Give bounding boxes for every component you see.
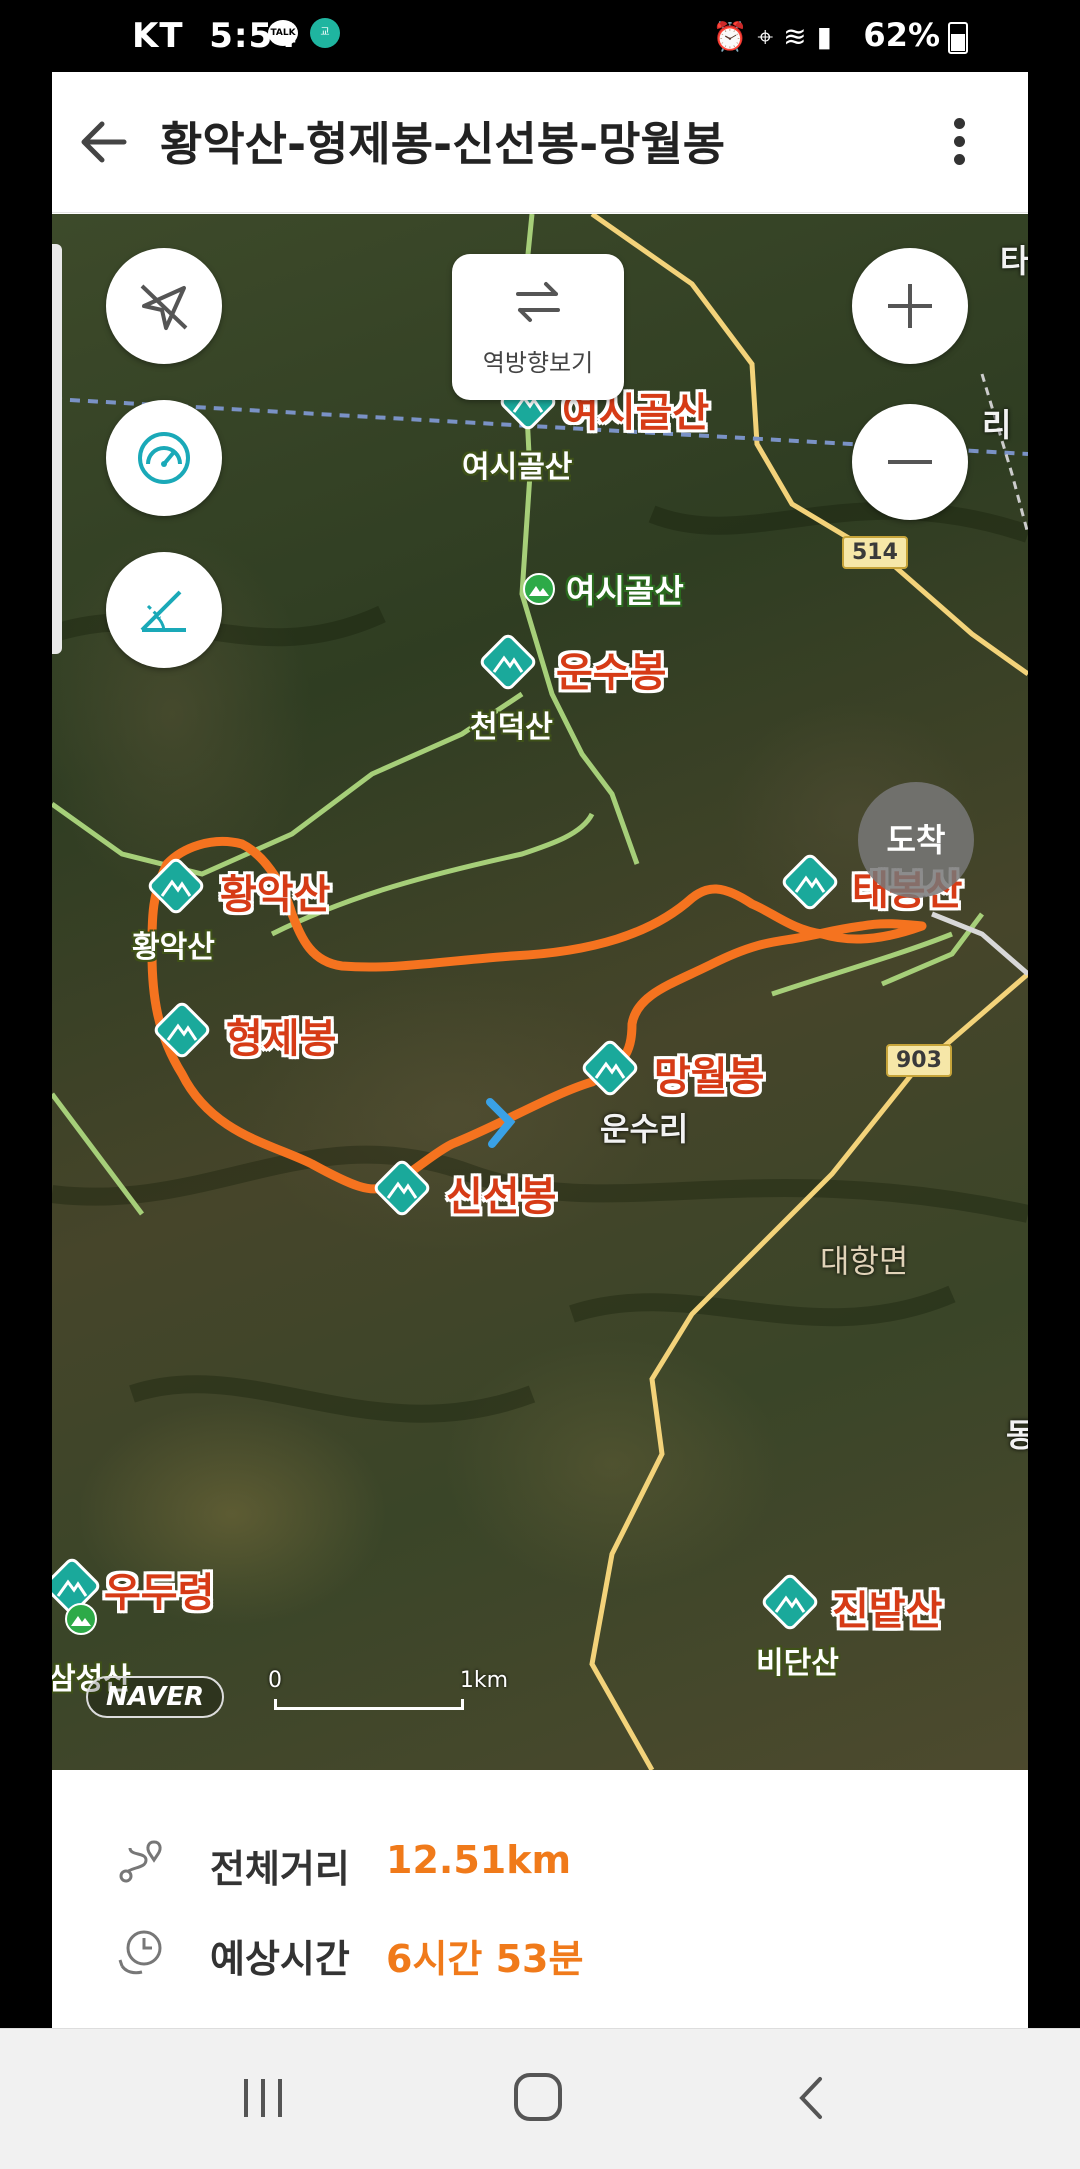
road-number-badge: 514 [842, 536, 908, 569]
system-nav-bar [0, 2028, 1080, 2169]
time-value: 6시간 53분 [386, 1937, 584, 1981]
scale-start-label: 0 [268, 1668, 282, 1693]
poi-sub-label: 천덕산 [470, 710, 553, 745]
poi-label: 진밭산 [832, 1588, 943, 1634]
estimated-time-icon [118, 1930, 162, 1975]
map-scale-bar: 0 1km [268, 1668, 508, 1710]
poi-label: 망월봉 [654, 1054, 765, 1100]
poi-label: 형제봉 [226, 1016, 337, 1062]
home-icon[interactable] [512, 2071, 564, 2123]
speedometer-icon [138, 432, 190, 484]
distance-label: 전체거리 [210, 1847, 350, 1891]
peak-marker-icon[interactable] [762, 1574, 818, 1630]
peak-marker-icon[interactable] [154, 1002, 210, 1058]
location-toggle-button[interactable] [106, 248, 222, 364]
trail-label: 여시골산 [566, 572, 684, 610]
poi-label: 신선봉 [446, 1174, 557, 1220]
trail-marker-icon [65, 1603, 97, 1635]
status-icons: ⏰⌖≋▮ [712, 20, 842, 53]
recent-apps-icon[interactable] [240, 2073, 286, 2123]
arrival-marker[interactable]: 도착 [858, 782, 974, 898]
location-off-icon [140, 284, 188, 330]
trail-marker-icon [523, 573, 555, 605]
elevation-profile-button[interactable] [106, 552, 222, 668]
peak-marker-icon[interactable] [374, 1160, 430, 1216]
time-label: 예상시간 [210, 1937, 350, 1981]
reverse-direction-label: 역방향보기 [482, 349, 594, 377]
minus-icon [888, 460, 932, 464]
peak-marker-icon[interactable] [148, 858, 204, 914]
app-header: 황악산-형제봉-신선봉-망월봉 [52, 72, 1028, 213]
slope-icon [140, 590, 186, 632]
route-summary: 전체거리 12.51km 예상시간 6시간 53분 [52, 1770, 1028, 2030]
distance-value: 12.51km [386, 1838, 572, 1882]
scale-end-label: 1km [459, 1668, 508, 1693]
route-distance-icon [119, 1840, 162, 1883]
poi-sub-label: 황악산 [132, 930, 215, 965]
back-icon[interactable] [794, 2073, 828, 2123]
app-window: 황악산-형제봉-신선봉-망월봉 여시골산 여시골산 여시골산 운수봉 천덕산 황… [52, 72, 1028, 2168]
peak-marker-icon[interactable] [782, 854, 838, 910]
reverse-direction-button[interactable]: 역방향보기 [452, 254, 624, 400]
poi-label: 우두령 [104, 1570, 215, 1616]
back-arrow-icon[interactable] [76, 114, 132, 170]
kakaotalk-icon: TALK [268, 20, 298, 46]
poi-sub-label: 비단산 [756, 1646, 839, 1681]
poi-label: 운수봉 [556, 650, 667, 696]
peak-marker-icon[interactable] [582, 1040, 638, 1096]
battery-icon [948, 22, 968, 54]
zoom-out-button[interactable] [852, 404, 968, 520]
poi-sub-label: 여시골산 [462, 450, 573, 485]
road-number-badge: 903 [886, 1044, 952, 1077]
speedometer-button[interactable] [106, 400, 222, 516]
peak-marker-icon[interactable] [480, 634, 536, 690]
map-view[interactable]: 여시골산 여시골산 여시골산 운수봉 천덕산 황악산 황악산 형제봉 신선봉 망… [52, 214, 1028, 1770]
town-label: 운수리 [600, 1110, 689, 1148]
zoom-in-button[interactable] [852, 248, 968, 364]
poi-label: 황악산 [220, 872, 331, 918]
status-bar: KT 5:54 TALK 교 ⏰⌖≋▮ 62% [0, 0, 1080, 72]
swap-arrows-icon [516, 282, 560, 322]
plus-icon [888, 284, 932, 328]
carrier-label: KT [132, 16, 184, 56]
edge-label: 동 [1006, 1416, 1028, 1454]
battery-percent: 62% [863, 16, 940, 54]
edge-label: 타 [1000, 242, 1028, 280]
district-label: 대항면 [820, 1242, 909, 1280]
naver-logo: NAVER [86, 1676, 225, 1718]
page-title: 황악산-형제봉-신선봉-망월봉 [160, 117, 726, 171]
edge-label: 리 [982, 406, 1012, 444]
side-panel-handle[interactable] [52, 244, 62, 654]
notification-badge-icon: 교 [310, 18, 340, 48]
more-options-icon[interactable] [954, 118, 968, 174]
